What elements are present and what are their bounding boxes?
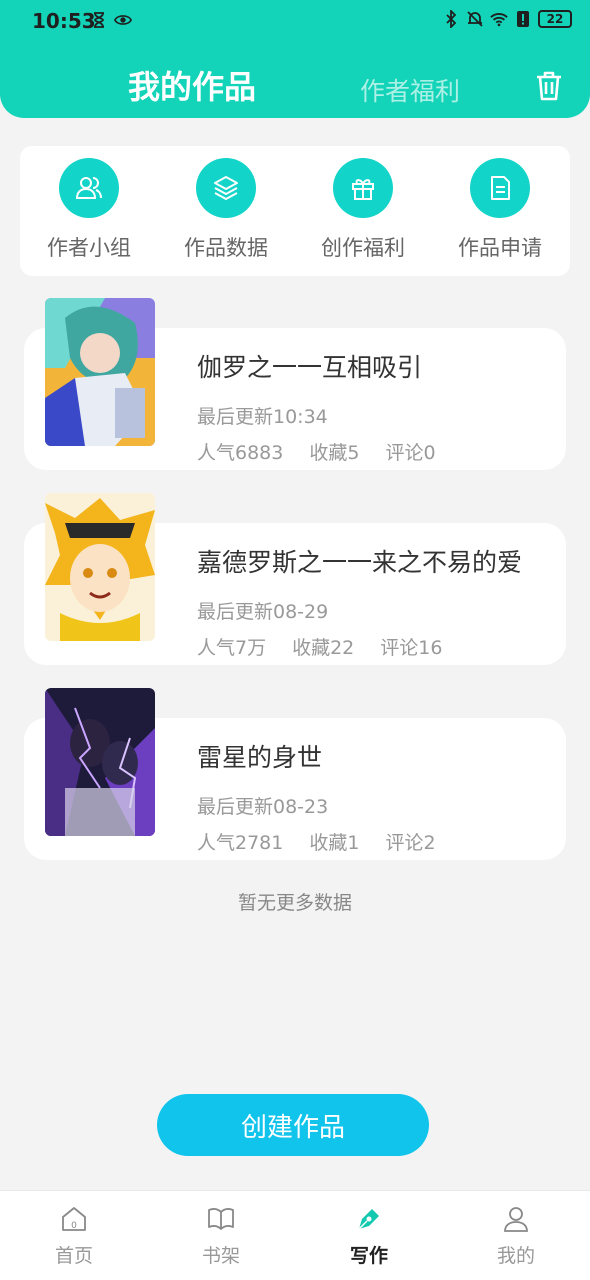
- work-popularity: 人气2781: [197, 832, 284, 854]
- nav-label: 写作: [349, 1245, 388, 1267]
- work-updated: 最后更新08-29: [197, 601, 329, 623]
- nav-bookshelf[interactable]: 书架: [171, 1205, 271, 1268]
- gift-icon: [333, 158, 393, 218]
- people-icon: [59, 158, 119, 218]
- work-title: 伽罗之一一互相吸引: [197, 353, 423, 382]
- bluetooth-icon: [442, 10, 460, 28]
- work-favorites: 收藏1: [309, 832, 360, 854]
- quick-label: 作者小组: [47, 236, 131, 260]
- work-popularity: 人气6883: [197, 442, 284, 464]
- eye-icon: [114, 11, 132, 29]
- nav-writing[interactable]: 写作: [319, 1205, 419, 1268]
- battery-icon: 22: [538, 10, 572, 28]
- work-title: 雷星的身世: [197, 743, 323, 772]
- work-cover[interactable]: [45, 298, 155, 446]
- status-bar: 10:53 22: [0, 0, 590, 42]
- nav-label: 我的: [496, 1245, 535, 1267]
- quick-label: 作品申请: [458, 236, 542, 260]
- work-comments: 评论16: [380, 637, 443, 659]
- work-favorites: 收藏22: [292, 637, 355, 659]
- tab-my-works[interactable]: 我的作品: [128, 62, 256, 108]
- home-icon: 0: [60, 1205, 88, 1233]
- user-icon: [502, 1205, 530, 1233]
- trash-icon[interactable]: [534, 70, 564, 102]
- quick-author-group[interactable]: 作者小组: [29, 158, 149, 262]
- quick-work-application[interactable]: 作品申请: [440, 158, 560, 262]
- work-updated: 最后更新08-23: [197, 796, 329, 818]
- work-cover[interactable]: [45, 493, 155, 641]
- nav-mine[interactable]: 我的: [466, 1205, 566, 1268]
- nav-label: 书架: [201, 1245, 240, 1267]
- no-more-data: 暂无更多数据: [237, 892, 352, 914]
- work-comments: 评论2: [385, 832, 436, 854]
- work-cover[interactable]: [45, 688, 155, 836]
- quick-work-data[interactable]: 作品数据: [166, 158, 286, 262]
- work-favorites: 收藏5: [309, 442, 360, 464]
- work-comments: 评论0: [385, 442, 436, 464]
- quick-creation-welfare[interactable]: 创作福利: [303, 158, 423, 262]
- layers-icon: [196, 158, 256, 218]
- status-time: 10:53: [32, 9, 96, 33]
- svg-text:0: 0: [71, 1221, 77, 1231]
- quick-label: 作品数据: [184, 236, 268, 260]
- nav-home[interactable]: 0 首页: [24, 1205, 124, 1268]
- work-title: 嘉德罗斯之一一来之不易的爱: [197, 548, 523, 577]
- bottom-nav: 0 首页 书架 写作 我的: [0, 1190, 590, 1280]
- quick-actions-panel: 作者小组 作品数据 创作福利 作品申请: [20, 146, 570, 276]
- tab-author-welfare[interactable]: 作者福利: [360, 72, 460, 108]
- document-icon: [470, 158, 530, 218]
- header: 10:53 22 我的作品 作者福利: [0, 0, 590, 118]
- work-popularity: 人气7万: [197, 637, 267, 659]
- quick-label: 创作福利: [321, 236, 405, 260]
- nav-label: 首页: [54, 1245, 93, 1267]
- hourglass-icon: [90, 11, 108, 29]
- create-work-button[interactable]: 创建作品: [157, 1094, 429, 1156]
- alert-icon: [514, 10, 532, 28]
- bell-muted-icon: [466, 10, 484, 28]
- pen-icon: [355, 1205, 383, 1233]
- wifi-icon: [490, 10, 508, 28]
- work-updated: 最后更新10:34: [197, 406, 328, 428]
- book-icon: [207, 1205, 235, 1233]
